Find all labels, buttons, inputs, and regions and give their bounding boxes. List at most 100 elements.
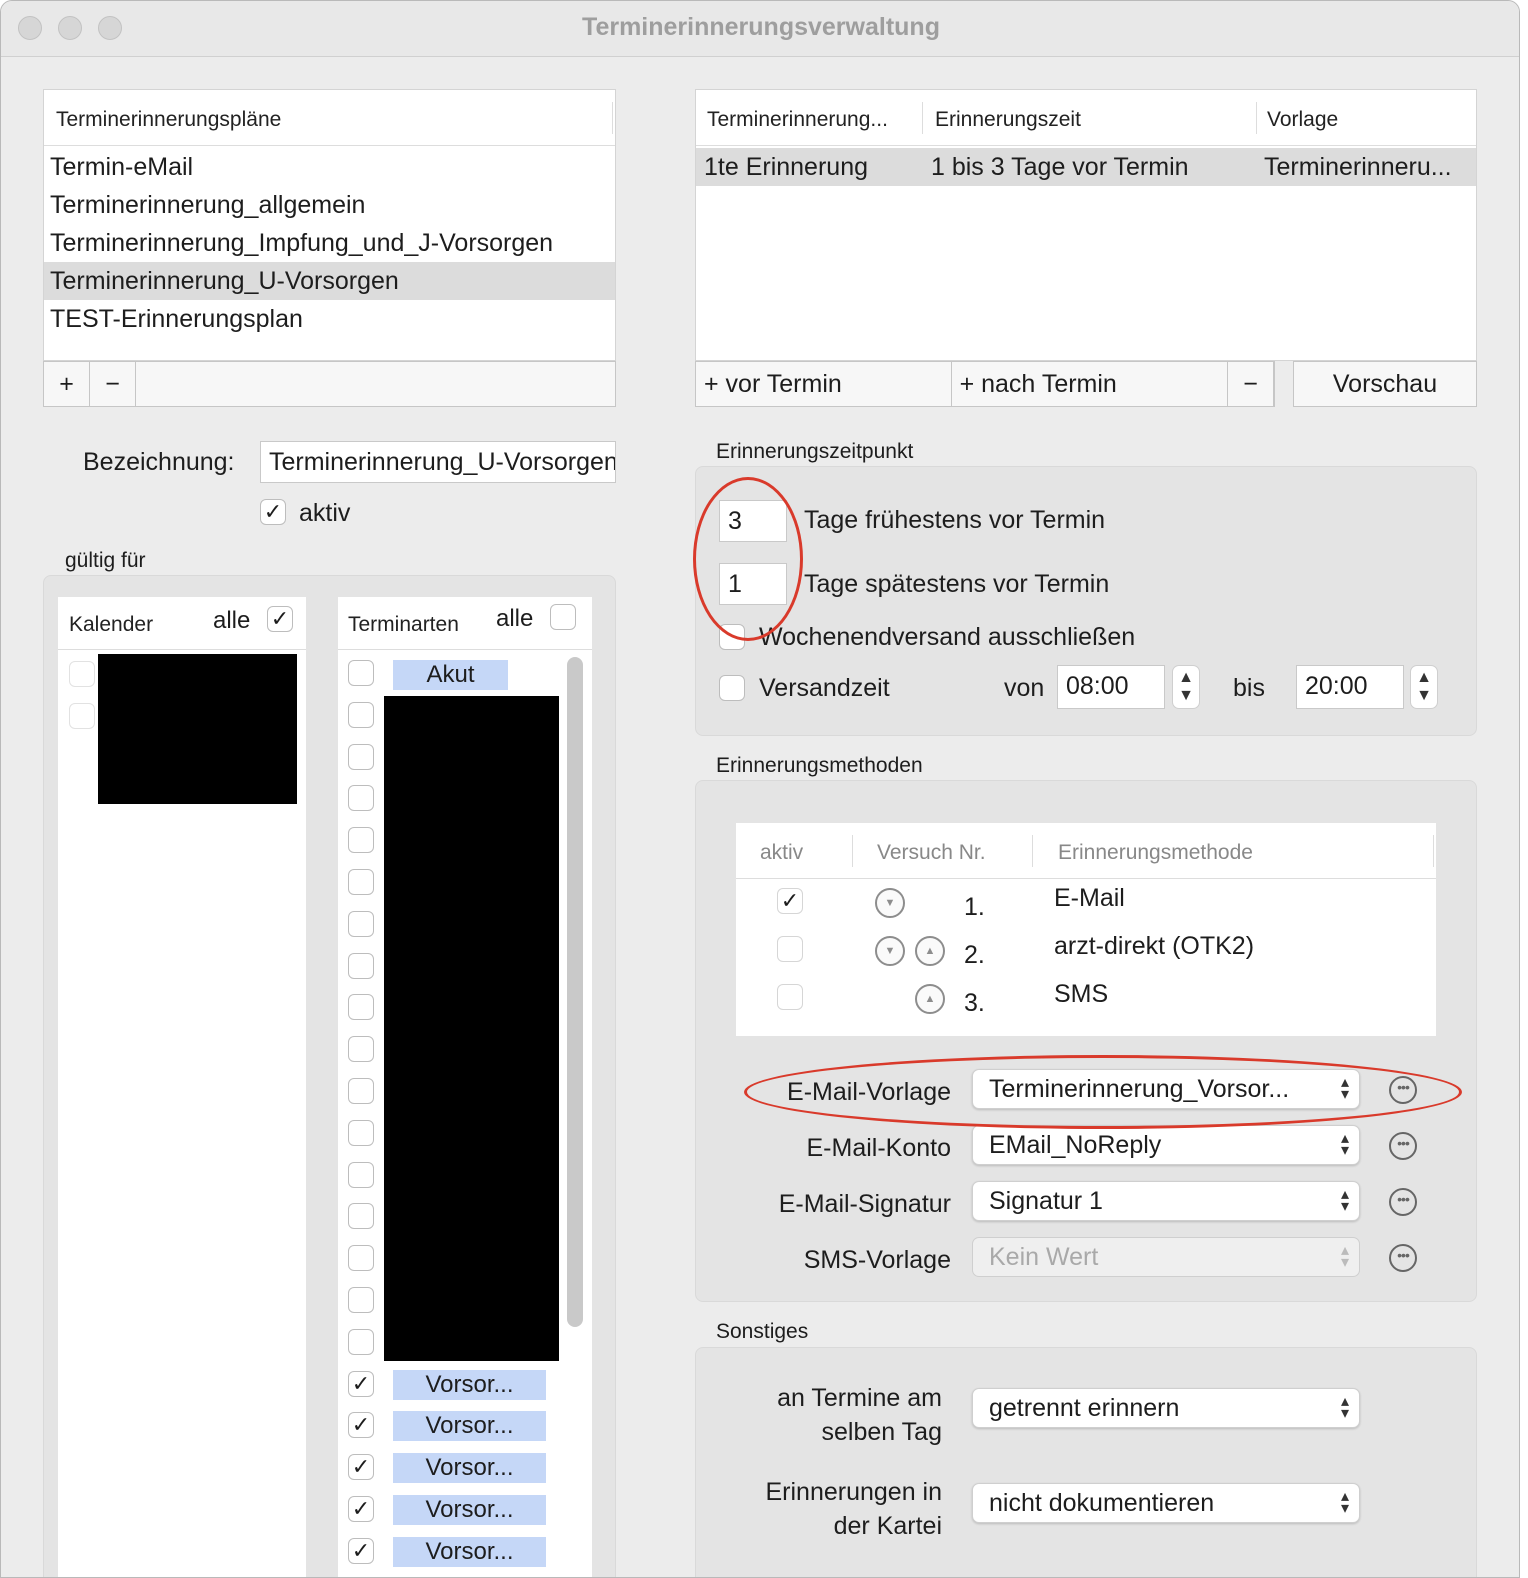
plan-item[interactable]: Terminerinnerung_allgemein	[44, 186, 615, 224]
from-label: von	[1004, 674, 1045, 702]
email-template-value: Terminerinnerung_Vorsor...	[989, 1074, 1290, 1103]
reminder-time: 1 bis 3 Tage vor Termin	[931, 153, 1189, 181]
more-options-icon[interactable]: •••	[1389, 1132, 1417, 1160]
chevron-updown-icon: ▴ ▾	[1340, 1393, 1349, 1422]
calendar-all-label: alle	[213, 607, 251, 634]
appointment-type-tag: Vorsor...	[393, 1495, 546, 1525]
latest-days-field[interactable]: 1	[719, 563, 787, 605]
chevron-updown-icon: ▴ ▾	[1340, 1488, 1349, 1517]
timing-section-label: Erinnerungszeitpunkt	[716, 440, 914, 463]
move-down-icon[interactable]: ▼	[875, 888, 905, 918]
reminder-row-selected[interactable]: 1te Erinnerung 1 bis 3 Tage vor Termin T…	[696, 148, 1476, 186]
misc-section-label: Sonstiges	[716, 1320, 809, 1343]
same-day-value: getrennt erinnern	[989, 1393, 1180, 1422]
method-1-number: 1.	[964, 893, 985, 921]
weekend-exclude-checkbox[interactable]	[719, 624, 745, 650]
from-time-field[interactable]: 08:00	[1057, 665, 1165, 709]
chevron-updown-icon: ▴ ▾	[1340, 1186, 1349, 1215]
same-day-popup[interactable]: getrennt erinnern ▴ ▾	[972, 1388, 1360, 1428]
reminder-management-window: Terminerinnerungsverwaltung Terminerinne…	[0, 0, 1520, 1578]
name-field[interactable]: Terminerinnerung_U-Vorsorgen	[260, 441, 616, 483]
appointment-type-checkbox[interactable]	[348, 1162, 374, 1188]
plan-item[interactable]: TEST-Erinnerungsplan	[44, 300, 615, 338]
send-time-checkbox[interactable]	[719, 675, 745, 701]
from-time-stepper[interactable]: ▲ ▼	[1172, 665, 1200, 709]
appointment-type-checkbox[interactable]	[348, 1078, 374, 1104]
calendar-all-checkbox[interactable]: ✓	[267, 606, 293, 632]
more-options-icon[interactable]: •••	[1389, 1188, 1417, 1216]
appointment-type-tag: Vorsor...	[393, 1453, 546, 1483]
email-account-label: E-Mail-Konto	[806, 1134, 952, 1162]
email-account-popup[interactable]: EMail_NoReply ▴ ▾	[972, 1125, 1360, 1165]
add-before-button[interactable]: + vor Termin	[696, 362, 952, 406]
add-after-button[interactable]: + nach Termin	[952, 362, 1229, 406]
calendar-checkbox[interactable]	[69, 703, 95, 729]
reminder-template: Terminerinneru...	[1264, 153, 1452, 181]
sms-template-popup[interactable]: Kein Wert ▴ ▾	[972, 1237, 1360, 1277]
appointment-type-checkbox[interactable]: ✓	[348, 1371, 374, 1397]
to-time-stepper[interactable]: ▲ ▼	[1410, 665, 1438, 709]
appointment-type-checkbox[interactable]	[348, 660, 374, 686]
active-checkbox[interactable]: ✓	[260, 499, 286, 525]
valid-for-label: gültig für	[65, 549, 146, 572]
col-active-header: aktiv	[760, 841, 804, 864]
method-3-active-checkbox[interactable]	[777, 984, 803, 1010]
appointment-type-checkbox[interactable]: ✓	[348, 1412, 374, 1438]
appointment-type-checkbox[interactable]	[348, 1329, 374, 1355]
appointment-type-checkbox[interactable]	[348, 744, 374, 770]
appointment-type-checkbox[interactable]	[348, 994, 374, 1020]
col-attempt-header: Versuch Nr.	[877, 841, 986, 864]
redacted-appointment-types	[384, 696, 559, 1361]
plans-table: Terminerinnerungspläne Termin-eMail Term…	[43, 89, 616, 361]
appointment-type-checkbox[interactable]: ✓	[348, 1454, 374, 1480]
appointment-type-checkbox[interactable]	[348, 785, 374, 811]
plan-item[interactable]: Termin-eMail	[44, 148, 615, 186]
add-plan-button[interactable]: +	[44, 362, 90, 406]
method-2-active-checkbox[interactable]	[777, 936, 803, 962]
appointment-type-checkbox[interactable]	[348, 1120, 374, 1146]
latest-days-label: Tage spätestens vor Termin	[804, 570, 1110, 598]
appointment-type-checkbox[interactable]	[348, 911, 374, 937]
plan-item-selected[interactable]: Terminerinnerung_U-Vorsorgen	[44, 262, 615, 300]
weekend-exclude-label: Wochenendversand ausschließen	[759, 623, 1136, 651]
plan-item[interactable]: Terminerinnerung_Impfung_und_J-Vorsorgen	[44, 224, 615, 262]
to-time-field[interactable]: 20:00	[1296, 665, 1404, 709]
col-method-header: Erinnerungsmethode	[1058, 841, 1253, 864]
appointment-type-checkbox[interactable]: ✓	[348, 1496, 374, 1522]
appointment-type-tag: Vorsor...	[393, 1537, 546, 1567]
appointment-type-checkbox[interactable]	[348, 953, 374, 979]
appointment-type-checkbox[interactable]: ✓	[348, 1538, 374, 1564]
appointment-type-checkbox[interactable]	[348, 1245, 374, 1271]
calendar-header: Kalender	[69, 613, 154, 636]
plans-button-bar: + −	[43, 361, 616, 407]
send-time-label: Versandzeit	[759, 674, 890, 702]
appointment-type-checkbox[interactable]	[348, 827, 374, 853]
appointment-type-tag: Vorsor...	[393, 1411, 546, 1441]
earliest-days-field[interactable]: 3	[719, 500, 787, 542]
method-1-active-checkbox[interactable]: ✓	[777, 888, 803, 914]
remove-plan-button[interactable]: −	[90, 362, 136, 406]
types-all-checkbox[interactable]	[550, 604, 576, 630]
move-up-icon[interactable]: ▲	[915, 936, 945, 966]
chevron-updown-icon: ▴ ▾	[1340, 1242, 1349, 1271]
sms-template-label: SMS-Vorlage	[803, 1246, 951, 1274]
appointment-type-checkbox[interactable]	[348, 702, 374, 728]
move-down-icon[interactable]: ▼	[875, 936, 905, 966]
move-up-icon[interactable]: ▲	[915, 984, 945, 1014]
record-popup[interactable]: nicht dokumentieren ▴ ▾	[972, 1483, 1360, 1523]
methods-section-label: Erinnerungsmethoden	[716, 754, 923, 777]
more-options-icon[interactable]: •••	[1389, 1076, 1417, 1104]
remove-reminder-button[interactable]: −	[1228, 362, 1274, 406]
calendar-checkbox[interactable]	[69, 661, 95, 687]
appointment-type-checkbox[interactable]	[348, 1287, 374, 1313]
appointment-type-checkbox[interactable]	[348, 1036, 374, 1062]
plans-header: Terminerinnerungspläne	[56, 108, 282, 131]
email-signature-popup[interactable]: Signatur 1 ▴ ▾	[972, 1181, 1360, 1221]
types-scrollbar[interactable]	[567, 657, 583, 1327]
method-3-name: SMS	[1054, 980, 1109, 1008]
more-options-icon[interactable]: •••	[1389, 1244, 1417, 1272]
email-template-popup[interactable]: Terminerinnerung_Vorsor... ▴ ▾	[972, 1069, 1360, 1109]
appointment-type-checkbox[interactable]	[348, 1203, 374, 1229]
preview-button[interactable]: Vorschau	[1293, 361, 1477, 407]
appointment-type-checkbox[interactable]	[348, 869, 374, 895]
